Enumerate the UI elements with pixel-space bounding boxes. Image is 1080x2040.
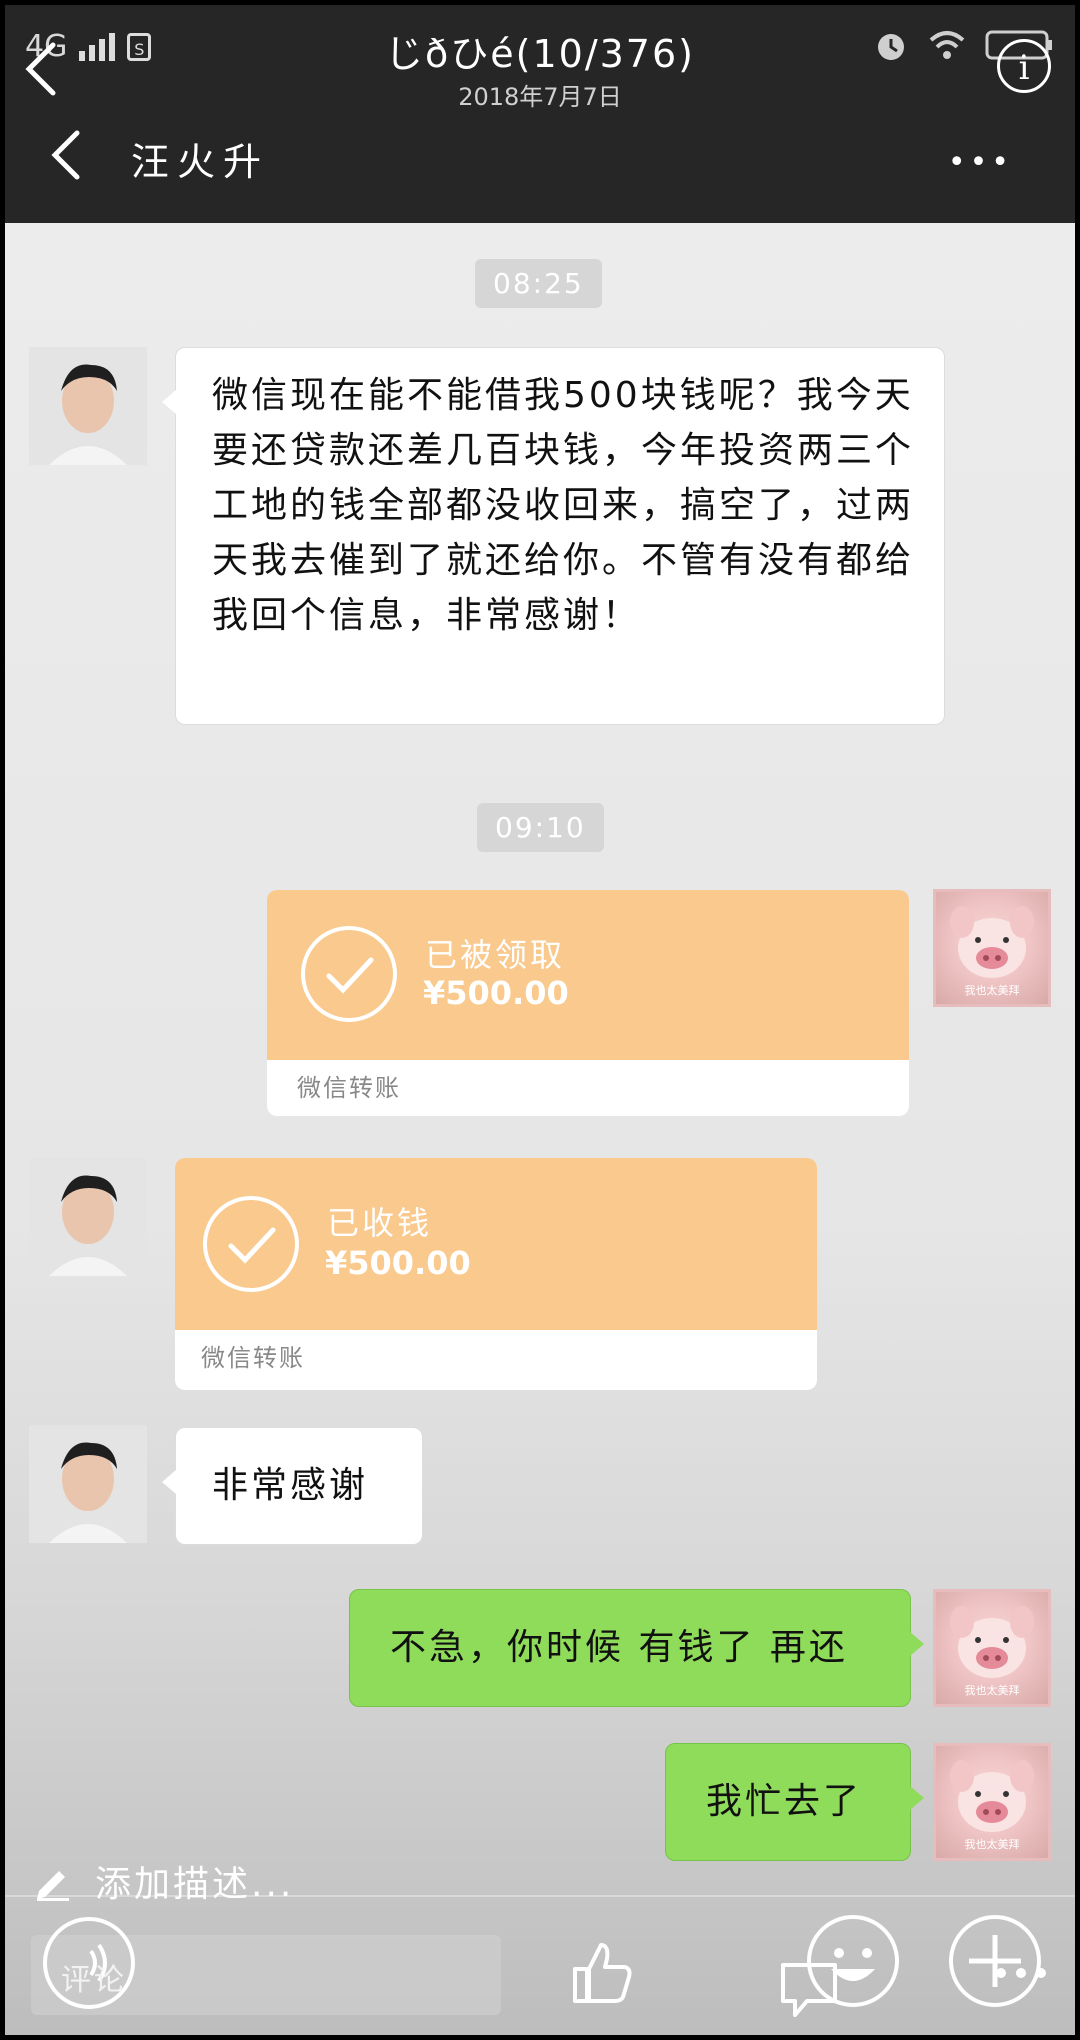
timestamp: 09:10 bbox=[477, 803, 604, 852]
more-icon[interactable]: ••• bbox=[948, 145, 1013, 180]
info-button[interactable]: i bbox=[997, 39, 1051, 93]
screenshot-viewer: 4G S じðひé(10/376) 2018年7月7日 i 汪火升 ••• 08… bbox=[5, 5, 1075, 2035]
transfer-card-sent[interactable]: 已被领取 ¥500.00 微信转账 bbox=[267, 890, 909, 1116]
check-circle-icon bbox=[301, 926, 397, 1022]
alarm-icon bbox=[878, 34, 904, 60]
emoji-icon[interactable] bbox=[805, 1913, 901, 2009]
transfer-card-top: 已被领取 ¥500.00 bbox=[267, 890, 909, 1060]
avatar-man-icon bbox=[29, 1158, 147, 1276]
viewer-date: 2018年7月7日 bbox=[458, 83, 622, 111]
contact-avatar[interactable] bbox=[29, 1158, 147, 1276]
contact-avatar[interactable] bbox=[29, 1425, 147, 1543]
avatar-man-icon bbox=[29, 347, 147, 465]
my-avatar[interactable]: 我也太美拜 bbox=[933, 889, 1051, 1007]
pig-caption: 我也太美拜 bbox=[965, 1684, 1020, 1697]
message-bubble-mine[interactable]: 我忙去了 bbox=[665, 1743, 924, 1861]
transfer-label: 微信转账 bbox=[297, 1074, 401, 1102]
message-text: 非常感谢 bbox=[212, 1465, 369, 1506]
message-bubble[interactable]: 微信现在能不能借我500块钱呢？我今天要还贷款还差几百块钱，今年投资两三个工地的… bbox=[162, 347, 945, 725]
transfer-amount: ¥500.00 bbox=[423, 974, 569, 1012]
avatar-man-icon bbox=[29, 1425, 147, 1543]
chat-area[interactable]: 08:25 微信现在能不能借我500块钱呢？我今天要还贷款还差几百块钱，今年投资… bbox=[5, 223, 1075, 2035]
message-bubble[interactable]: 非常感谢 bbox=[162, 1427, 423, 1545]
contact-avatar[interactable] bbox=[29, 347, 147, 465]
transfer-status: 已收钱 bbox=[327, 1204, 433, 1242]
message-text: 不急，你时候 有钱了 再还 bbox=[390, 1627, 848, 1668]
my-avatar[interactable]: 我也太美拜 bbox=[933, 1743, 1051, 1861]
comment-placeholder: 评论 bbox=[61, 1963, 127, 1998]
transfer-card-received[interactable]: 已收钱 ¥500.00 微信转账 bbox=[175, 1158, 817, 1390]
contact-name: 汪火升 bbox=[131, 140, 270, 184]
transfer-card-top: 已收钱 ¥500.00 bbox=[175, 1158, 817, 1330]
pig-icon: 我也太美拜 bbox=[950, 1606, 1034, 1697]
pig-icon: 我也太美拜 bbox=[950, 906, 1034, 997]
message-text: 我忙去了 bbox=[706, 1781, 863, 1822]
check-circle-icon bbox=[203, 1196, 299, 1292]
thumbs-up-icon[interactable] bbox=[567, 1937, 637, 2007]
transfer-label: 微信转账 bbox=[201, 1344, 305, 1372]
chat-back-arrow-icon[interactable] bbox=[47, 127, 87, 183]
transfer-status: 已被领取 bbox=[425, 936, 566, 974]
pig-icon: 我也太美拜 bbox=[950, 1760, 1034, 1851]
my-avatar[interactable]: 我也太美拜 bbox=[933, 1589, 1051, 1707]
pig-caption: 我也太美拜 bbox=[965, 984, 1020, 997]
timestamp: 08:25 bbox=[475, 259, 602, 308]
message-bubble-mine[interactable]: 不急，你时候 有钱了 再还 bbox=[349, 1589, 924, 1707]
add-description-label: 添加描述... bbox=[95, 1864, 295, 1905]
more-options-icon[interactable] bbox=[993, 1965, 1053, 1981]
top-header: 4G S じðひé(10/376) 2018年7月7日 i 汪火升 ••• bbox=[5, 5, 1075, 223]
wifi-icon bbox=[929, 31, 965, 59]
message-text: 微信现在能不能借我500块钱呢？我今天要还贷款还差几百块钱，今年投资两三个工地的… bbox=[212, 375, 915, 636]
pig-caption: 我也太美拜 bbox=[965, 1838, 1020, 1851]
add-description-button[interactable]: 添加描述... bbox=[33, 1855, 294, 1907]
transfer-amount: ¥500.00 bbox=[325, 1244, 471, 1282]
divider bbox=[5, 1895, 1075, 1897]
plus-icon[interactable] bbox=[947, 1913, 1043, 2009]
